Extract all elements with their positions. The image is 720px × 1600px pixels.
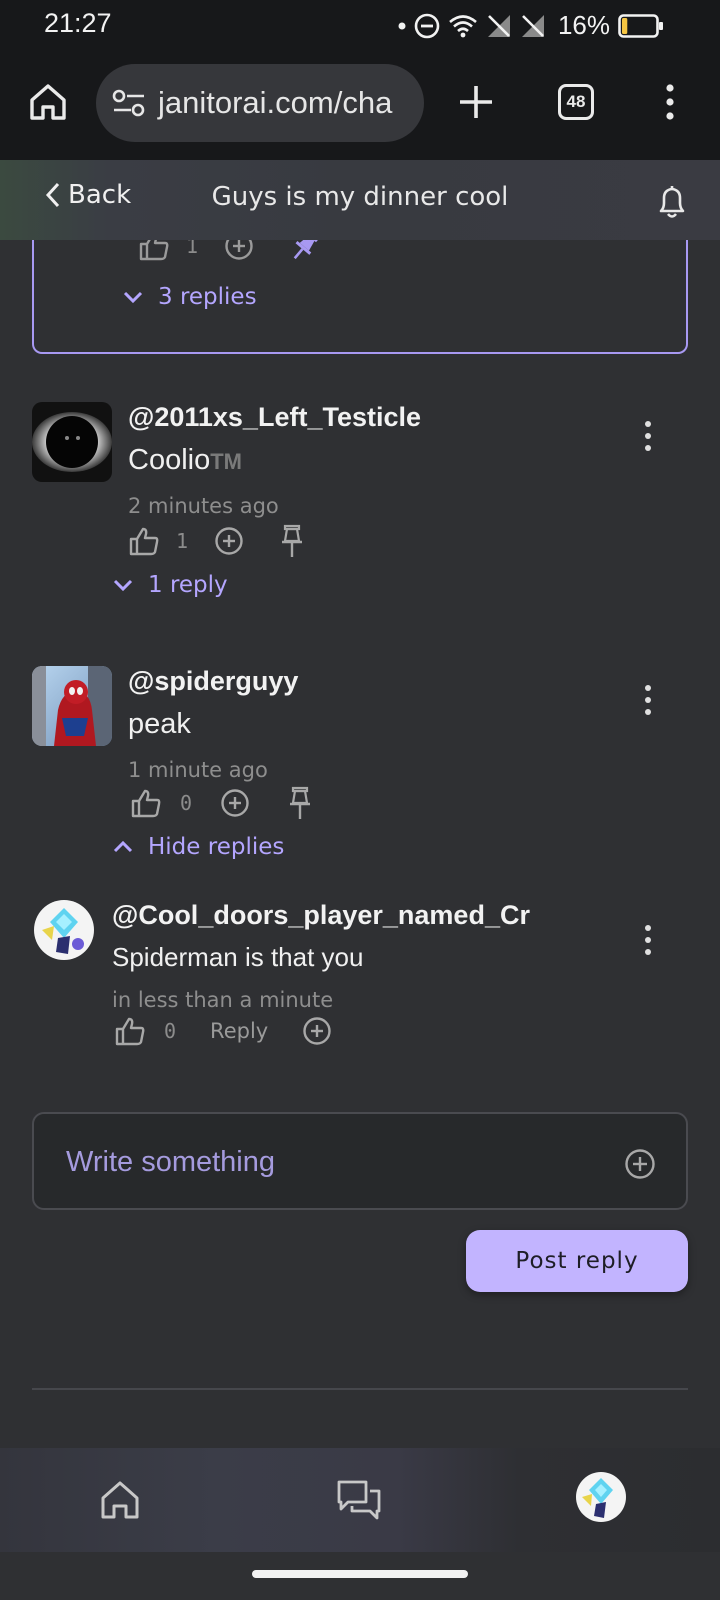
avatar[interactable] — [32, 666, 112, 746]
add-reaction-icon[interactable] — [302, 1016, 332, 1046]
page-header: Back Guys is my dinner cool — [0, 160, 720, 240]
like-count: 1 — [176, 529, 189, 553]
eye-avatar-image — [32, 402, 112, 482]
comment-username[interactable]: @spiderguyy — [128, 666, 298, 697]
notification-dot-icon — [398, 22, 406, 29]
tab-switcher-button[interactable]: 48 — [558, 84, 594, 120]
comment-actions: 1 — [128, 524, 306, 558]
comment-item: @spiderguyy peak 1 minute ago 0 Hide rep… — [32, 666, 688, 876]
post-reply-button[interactable]: Post reply — [466, 1230, 688, 1292]
add-attachment-icon[interactable] — [624, 1148, 656, 1180]
new-tab-icon[interactable] — [456, 82, 496, 122]
replies-count-label: 1 reply — [148, 572, 228, 598]
reply-username[interactable]: @Cool_doors_player_named_Cr — [112, 900, 530, 931]
reply-avatar-image — [34, 900, 94, 960]
comment-actions: 0 — [130, 786, 314, 820]
comment-timestamp: 2 minutes ago — [128, 494, 279, 518]
avatar[interactable] — [34, 900, 94, 960]
no-signal-icon — [521, 14, 544, 37]
reply-menu-icon[interactable] — [642, 924, 654, 956]
page-title: Guys is my dinner cool — [211, 182, 509, 212]
reply-actions: 0 Reply — [114, 1016, 332, 1046]
wifi-icon — [449, 14, 477, 37]
nav-profile-avatar[interactable] — [576, 1472, 626, 1522]
reply-item: @Cool_doors_player_named_Cr Spiderman is… — [32, 900, 688, 1060]
reply-input[interactable] — [66, 1140, 606, 1184]
chevron-down-icon — [113, 579, 133, 592]
comment-item: @2011xs_Left_Testicle CoolioTM 2 minutes… — [32, 402, 688, 612]
reply-timestamp: in less than a minute — [112, 988, 334, 1012]
comment-timestamp: 1 minute ago — [128, 758, 268, 782]
comment-text: CoolioTM — [128, 444, 242, 477]
pin-outline-icon[interactable] — [286, 786, 314, 820]
browser-toolbar: janitorai.com/cha 48 — [0, 48, 720, 160]
chevron-up-icon — [113, 840, 133, 853]
like-count: 0 — [180, 791, 193, 815]
comment-menu-icon[interactable] — [642, 420, 654, 452]
replies-toggle[interactable]: 1 reply — [112, 572, 228, 598]
hide-replies-label: Hide replies — [148, 834, 285, 860]
nav-home-icon[interactable] — [98, 1478, 142, 1522]
status-bar: 21:27 16% — [0, 0, 720, 48]
add-reaction-icon[interactable] — [214, 526, 244, 556]
url-text: janitorai.com/cha — [158, 85, 393, 120]
like-count: 0 — [164, 1019, 177, 1043]
bell-icon[interactable] — [656, 184, 688, 220]
like-icon[interactable] — [130, 788, 162, 818]
comment-text: peak — [128, 708, 191, 740]
status-time: 21:27 — [44, 8, 112, 38]
address-bar[interactable]: janitorai.com/cha — [96, 64, 424, 142]
comment-menu-icon[interactable] — [642, 684, 654, 716]
nav-chat-icon[interactable] — [336, 1478, 382, 1522]
battery-icon — [618, 13, 663, 38]
reply-text: Spiderman is that you — [112, 942, 364, 972]
divider — [32, 1388, 688, 1390]
reply-button[interactable]: Reply — [210, 1019, 268, 1043]
comment-body: Coolio — [128, 444, 211, 476]
avatar[interactable] — [32, 402, 112, 482]
battery-percent: 16% — [557, 10, 610, 40]
hide-replies-toggle[interactable]: Hide replies — [112, 834, 284, 860]
browser-home-icon[interactable] — [26, 80, 70, 124]
site-settings-icon[interactable] — [112, 89, 146, 117]
replies-count-label: 3 replies — [158, 284, 257, 310]
status-icons: 16% — [398, 10, 664, 41]
replies-toggle[interactable]: 3 replies — [122, 284, 257, 310]
bottom-nav — [0, 1448, 720, 1552]
home-indicator[interactable] — [252, 1570, 468, 1578]
like-icon[interactable] — [114, 1016, 146, 1046]
comment-username[interactable]: @2011xs_Left_Testicle — [128, 402, 421, 433]
profile-avatar-image — [576, 1472, 626, 1522]
pin-outline-icon[interactable] — [278, 524, 306, 558]
chevron-down-icon — [123, 291, 143, 304]
browser-menu-icon[interactable] — [660, 82, 680, 122]
comment-text-suffix: TM — [210, 449, 242, 474]
like-icon[interactable] — [128, 526, 160, 556]
no-signal-icon — [487, 14, 510, 37]
do-not-disturb-icon — [414, 13, 440, 38]
spiderman-avatar-image — [32, 666, 112, 746]
add-reaction-icon[interactable] — [220, 788, 250, 818]
reply-composer — [32, 1112, 688, 1210]
